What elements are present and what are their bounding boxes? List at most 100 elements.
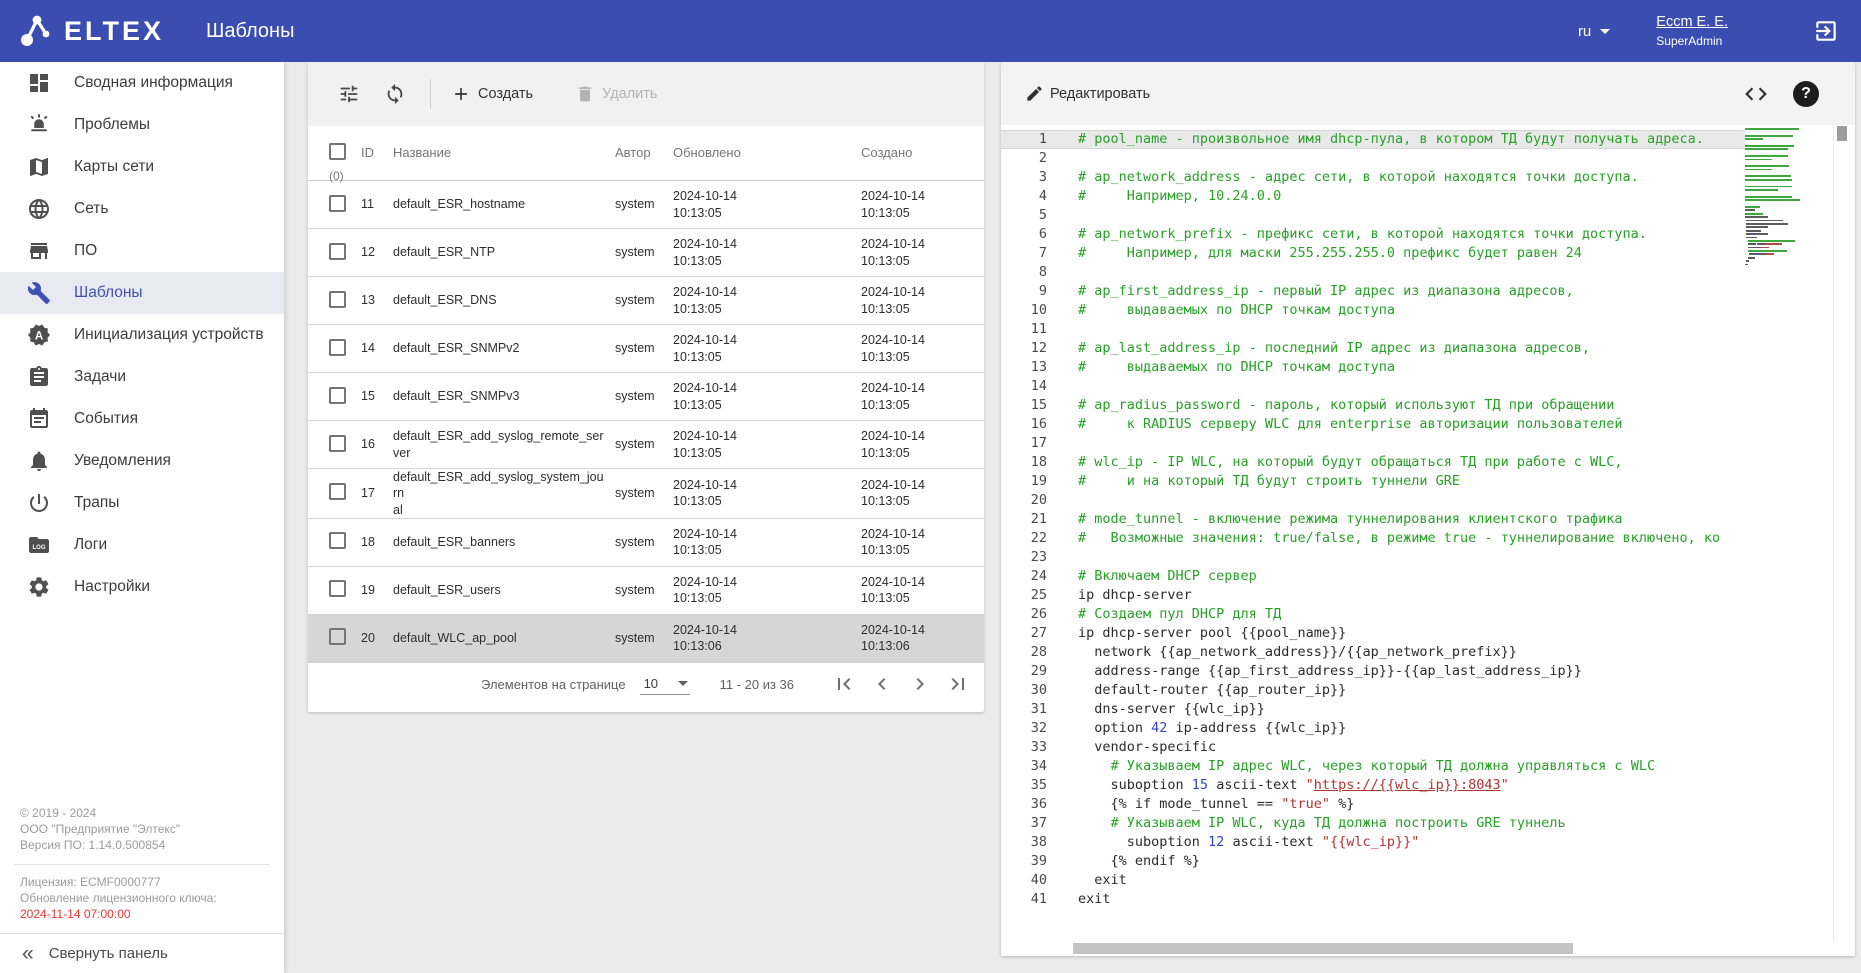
table-row[interactable]: 19default_ESR_userssystem2024-10-1410:13… bbox=[308, 567, 984, 615]
row-checkbox[interactable] bbox=[329, 339, 346, 356]
code-line: 26# Создаем пул DHCP для ТД bbox=[1001, 605, 1745, 624]
user-role: SuperAdmin bbox=[1656, 33, 1728, 49]
sidebar-item-wrench[interactable]: Шаблоны bbox=[0, 272, 284, 314]
sidebar-item-traps[interactable]: Трапы bbox=[0, 482, 284, 524]
sidebar-item-label: Настройки bbox=[74, 578, 150, 596]
user-name-link[interactable]: Eccm E. E. bbox=[1656, 13, 1728, 33]
column-header-updated[interactable]: Обновлено bbox=[673, 126, 861, 160]
sidebar-item-label: Сводная информация bbox=[74, 74, 233, 92]
sidebar-item-bell[interactable]: Уведомления bbox=[0, 440, 284, 482]
line-number: 9 bbox=[1001, 282, 1047, 301]
row-checkbox[interactable] bbox=[329, 387, 346, 404]
table-row[interactable]: 17default_ESR_add_syslog_system_journ al… bbox=[308, 469, 984, 519]
sidebar-item-settings[interactable]: Настройки bbox=[0, 566, 284, 608]
eltex-molecule-icon bbox=[18, 12, 56, 50]
select-all-checkbox[interactable] bbox=[329, 143, 346, 160]
cell-created: 2024-10-1410:13:05 bbox=[861, 574, 984, 607]
eltex-logo[interactable]: ELTEX bbox=[18, 12, 164, 50]
row-checkbox[interactable] bbox=[329, 243, 346, 260]
table-row[interactable]: 11default_ESR_hostnamesystem2024-10-1410… bbox=[308, 181, 984, 229]
svg-text:A: A bbox=[35, 330, 43, 342]
collapse-panel-button[interactable]: « Свернуть панель bbox=[0, 933, 284, 973]
delete-button[interactable]: Удалить bbox=[575, 84, 657, 104]
row-checkbox[interactable] bbox=[329, 291, 346, 308]
sidebar-item-label: События bbox=[74, 410, 138, 428]
code-line: 2 bbox=[1001, 149, 1745, 168]
column-header-id[interactable]: ID bbox=[361, 126, 393, 160]
cell-created: 2024-10-1410:13:06 bbox=[861, 622, 984, 655]
chevron-down-icon bbox=[1600, 29, 1610, 34]
cell-name: default_ESR_SNMPv3 bbox=[393, 388, 615, 404]
edit-button[interactable]: Редактировать bbox=[1025, 84, 1150, 103]
row-checkbox[interactable] bbox=[329, 628, 346, 645]
logout-icon bbox=[1813, 18, 1839, 44]
filter-button[interactable] bbox=[338, 83, 360, 105]
column-header-created[interactable]: Создано bbox=[861, 126, 984, 160]
row-checkbox[interactable] bbox=[329, 435, 346, 452]
table-row[interactable]: 16default_ESR_add_syslog_remote_serversy… bbox=[308, 421, 984, 469]
prev-page-button[interactable] bbox=[870, 672, 894, 696]
double-chevron-left-icon: « bbox=[22, 943, 34, 964]
per-page-select[interactable]: 10 bbox=[640, 674, 690, 695]
code-line: 19# и на который ТД будут строить туннел… bbox=[1001, 472, 1745, 491]
code-editor[interactable]: 1# pool_name - произвольное имя dhcp-пул… bbox=[1001, 125, 1745, 942]
sidebar-item-tasks[interactable]: Задачи bbox=[0, 356, 284, 398]
cell-author: system bbox=[615, 292, 673, 308]
cell-created: 2024-10-1410:13:05 bbox=[861, 428, 984, 461]
code-line: 34 # Указываем IP адрес WLC, через котор… bbox=[1001, 757, 1745, 776]
horizontal-scrollbar[interactable] bbox=[1047, 943, 1745, 955]
column-header-author[interactable]: Автор bbox=[615, 126, 673, 160]
sidebar-item-alarm-light[interactable]: Проблемы bbox=[0, 104, 284, 146]
sidebar-item-software[interactable]: ПО bbox=[0, 230, 284, 272]
cell-author: system bbox=[615, 534, 673, 550]
cell-name: default_ESR_DNS bbox=[393, 292, 615, 308]
row-checkbox[interactable] bbox=[329, 532, 346, 549]
line-number: 33 bbox=[1001, 738, 1047, 757]
cell-id: 12 bbox=[361, 244, 393, 260]
code-line: 11 bbox=[1001, 320, 1745, 339]
sidebar-item-logs[interactable]: LOGЛоги bbox=[0, 524, 284, 566]
table-row[interactable]: 12default_ESR_NTPsystem2024-10-1410:13:0… bbox=[308, 229, 984, 277]
table-row[interactable]: 15default_ESR_SNMPv3system2024-10-1410:1… bbox=[308, 373, 984, 421]
app-header: ELTEX Шаблоны ru Eccm E. E. SuperAdmin bbox=[0, 0, 1861, 62]
next-page-button[interactable] bbox=[908, 672, 932, 696]
column-header-name[interactable]: Название bbox=[393, 126, 615, 160]
code-view-button[interactable] bbox=[1743, 81, 1769, 107]
code-line: 41exit bbox=[1001, 890, 1745, 909]
code-line: 36 {% if mode_tunnel == "true" %} bbox=[1001, 795, 1745, 814]
table-row[interactable]: 20default_WLC_ap_poolsystem2024-10-1410:… bbox=[308, 615, 984, 663]
sidebar-item-events[interactable]: События bbox=[0, 398, 284, 440]
line-number: 11 bbox=[1001, 320, 1047, 339]
language-selector[interactable]: ru bbox=[1578, 23, 1610, 40]
row-checkbox[interactable] bbox=[329, 195, 346, 212]
create-button[interactable]: Создать bbox=[451, 84, 533, 104]
cell-updated: 2024-10-1410:13:05 bbox=[673, 236, 861, 269]
vertical-scrollbar[interactable] bbox=[1833, 125, 1847, 942]
toolbar-divider bbox=[430, 79, 431, 109]
editor-header: Редактировать ? bbox=[1001, 62, 1855, 125]
page-range: 11 - 20 из 36 bbox=[720, 677, 794, 692]
table-row[interactable]: 14default_ESR_SNMPv2system2024-10-1410:1… bbox=[308, 325, 984, 373]
refresh-button[interactable] bbox=[384, 83, 406, 105]
cell-updated: 2024-10-1410:13:05 bbox=[673, 477, 861, 510]
vertical-scrollbar-thumb[interactable] bbox=[1837, 126, 1847, 141]
sidebar-item-device-init[interactable]: AИнициализация устройств bbox=[0, 314, 284, 356]
row-checkbox[interactable] bbox=[329, 483, 346, 500]
first-page-button[interactable] bbox=[832, 672, 856, 696]
help-button[interactable]: ? bbox=[1793, 81, 1819, 107]
sidebar-item-globe[interactable]: Сеть bbox=[0, 188, 284, 230]
line-number: 13 bbox=[1001, 358, 1047, 377]
row-checkbox[interactable] bbox=[329, 580, 346, 597]
table-row[interactable]: 13default_ESR_DNSsystem2024-10-1410:13:0… bbox=[308, 277, 984, 325]
sidebar-item-dashboard[interactable]: Сводная информация bbox=[0, 62, 284, 104]
last-page-button[interactable] bbox=[946, 672, 970, 696]
table-row[interactable]: 18default_ESR_bannerssystem2024-10-1410:… bbox=[308, 519, 984, 567]
horizontal-scrollbar-thumb[interactable] bbox=[1073, 943, 1573, 954]
sidebar-item-map[interactable]: Карты сети bbox=[0, 146, 284, 188]
line-number: 19 bbox=[1001, 472, 1047, 491]
software-version: Версия ПО: 1.14.0.500854 bbox=[20, 838, 270, 854]
logout-button[interactable] bbox=[1813, 18, 1839, 44]
code-icon bbox=[1743, 81, 1769, 107]
cell-updated: 2024-10-1410:13:06 bbox=[673, 622, 861, 655]
editor-minimap[interactable] bbox=[1745, 128, 1807, 267]
